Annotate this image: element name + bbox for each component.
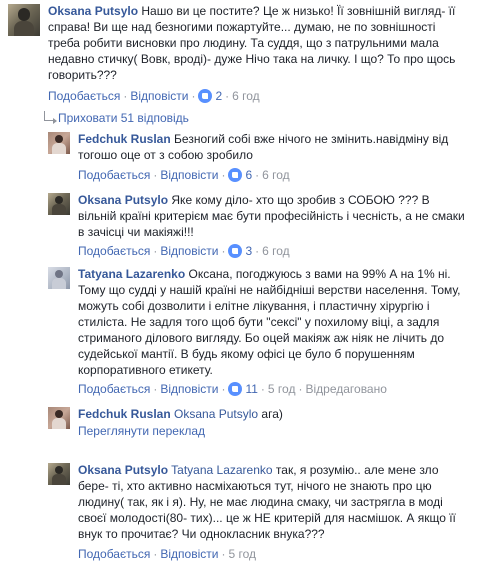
see-translation-link[interactable]: Переглянути переклад: [78, 423, 205, 439]
timestamp[interactable]: 5 год: [268, 381, 296, 397]
timestamp[interactable]: 6 год: [232, 88, 260, 104]
reply-author[interactable]: Fedchuk Ruslan: [78, 132, 171, 146]
reply-actions: Подобається · Відповісти · 5 год: [78, 546, 256, 562]
comment-author[interactable]: Oksana Putsylo: [48, 4, 138, 18]
like-button[interactable]: Подобається: [78, 167, 150, 183]
edited-label[interactable]: Відредаговано: [305, 381, 386, 397]
reply-author[interactable]: Oksana Putsylo: [78, 193, 168, 207]
reply-actions: Подобається · Відповісти · 3 · 6 год: [78, 243, 290, 259]
like-icon: [228, 382, 243, 396]
reply-text: Оксана, погоджуюсь з вами на 99% А на 1%…: [78, 267, 461, 377]
reply-button[interactable]: Відповісти: [160, 381, 218, 397]
timestamp[interactable]: 5 год: [228, 546, 256, 562]
reply-arrow-icon: [44, 111, 57, 124]
reply-body: Tatyana Lazarenko Оксана, погоджуюсь з в…: [78, 266, 470, 378]
reply-button[interactable]: Відповісти: [160, 243, 218, 259]
reply-mention[interactable]: Oksana Putsylo: [174, 407, 258, 421]
reaction-count[interactable]: 11: [228, 381, 258, 397]
reply-author[interactable]: Oksana Putsylo: [78, 463, 168, 477]
like-icon: [198, 89, 213, 103]
reply-body: Oksana Putsylo Яке кому діло- хто що зро…: [78, 192, 470, 240]
avatar[interactable]: [48, 193, 70, 215]
reply-button[interactable]: Відповісти: [130, 88, 188, 104]
like-icon: [228, 244, 243, 258]
like-icon: [228, 168, 243, 182]
reply-button[interactable]: Відповісти: [160, 167, 218, 183]
reply-author[interactable]: Tatyana Lazarenko: [78, 267, 185, 281]
timestamp[interactable]: 6 год: [262, 243, 290, 259]
avatar[interactable]: [48, 132, 70, 154]
avatar[interactable]: [8, 4, 40, 36]
hide-replies-button[interactable]: Приховати 51 відповідь: [44, 110, 189, 126]
reply-body: Oksana Putsylo Tatyana Lazarenko так, я …: [78, 462, 470, 542]
reply-body: Fedchuk Ruslan Безногий собі вже нічого …: [78, 131, 470, 163]
reply-mention[interactable]: Tatyana Lazarenko: [171, 463, 272, 477]
reaction-count[interactable]: 2: [198, 88, 222, 104]
reply-actions: Подобається · Відповісти · 11 · 5 год · …: [78, 381, 387, 397]
comment-body: Oksana Putsylo Нашо ви це постите? Це ж …: [48, 3, 468, 83]
reply-text: ага): [261, 407, 283, 421]
avatar[interactable]: [48, 267, 70, 289]
reply-button[interactable]: Відповісти: [160, 546, 218, 562]
avatar[interactable]: [48, 407, 70, 429]
like-button[interactable]: Подобається: [78, 243, 150, 259]
timestamp[interactable]: 6 год: [262, 167, 290, 183]
reply-author[interactable]: Fedchuk Ruslan: [78, 407, 171, 421]
like-button[interactable]: Подобається: [78, 381, 150, 397]
comment-actions: Подобається · Відповісти · 2 · 6 год: [48, 88, 260, 104]
reaction-count[interactable]: 3: [228, 243, 252, 259]
reaction-count[interactable]: 6: [228, 167, 252, 183]
reply-actions: Подобається · Відповісти · 6 · 6 год: [78, 167, 290, 183]
avatar[interactable]: [48, 463, 70, 485]
like-button[interactable]: Подобається: [48, 88, 120, 104]
like-button[interactable]: Подобається: [78, 546, 150, 562]
reply-body: Fedchuk Ruslan Oksana Putsylo ага): [78, 406, 470, 422]
